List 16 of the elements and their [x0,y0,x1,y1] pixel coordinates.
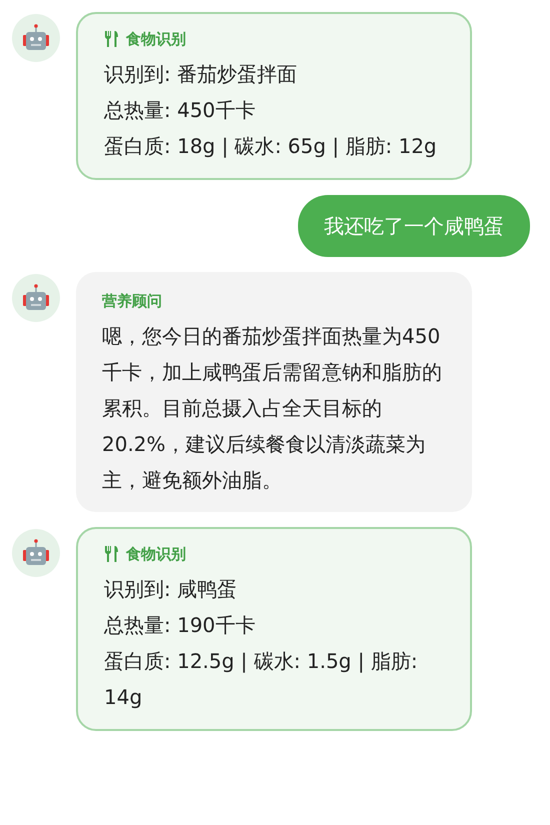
user-message: 我还吃了一个咸鸭蛋 [298,195,530,257]
advisor-name: 营养顾问 [102,291,163,312]
fork-knife-icon [104,30,120,48]
card-title: 食物识别 [126,29,186,50]
nutrition-line: 蛋白质: 12.5g | 碳水: 1.5g | 脂肪: 14g [104,648,419,711]
fork-knife-icon [104,545,120,563]
advice-text: 嗯，您今日的番茄炒蛋拌面热量为450千卡，加上咸鸭蛋后需留意钠和脂肪的累积。目前总摄入占全天目标的20.2%，建议后续餐食以清淡蔬菜为主，避免额外油脂。 [102,323,443,494]
card-title: 食物识别 [126,544,186,565]
robot-icon [21,539,51,567]
nutrition-line: 总热量: 450千卡 [104,97,256,124]
robot-icon [21,284,51,312]
nutrition-line: 识别到: 番茄炒蛋拌面 [104,61,298,88]
nutrition-line: 识别到: 咸鸭蛋 [104,576,238,603]
nutrition-line: 总热量: 190千卡 [104,612,256,639]
robot-icon [21,24,51,52]
nutrition-line: 蛋白质: 18g | 碳水: 65g | 脂肪: 12g [104,133,438,160]
